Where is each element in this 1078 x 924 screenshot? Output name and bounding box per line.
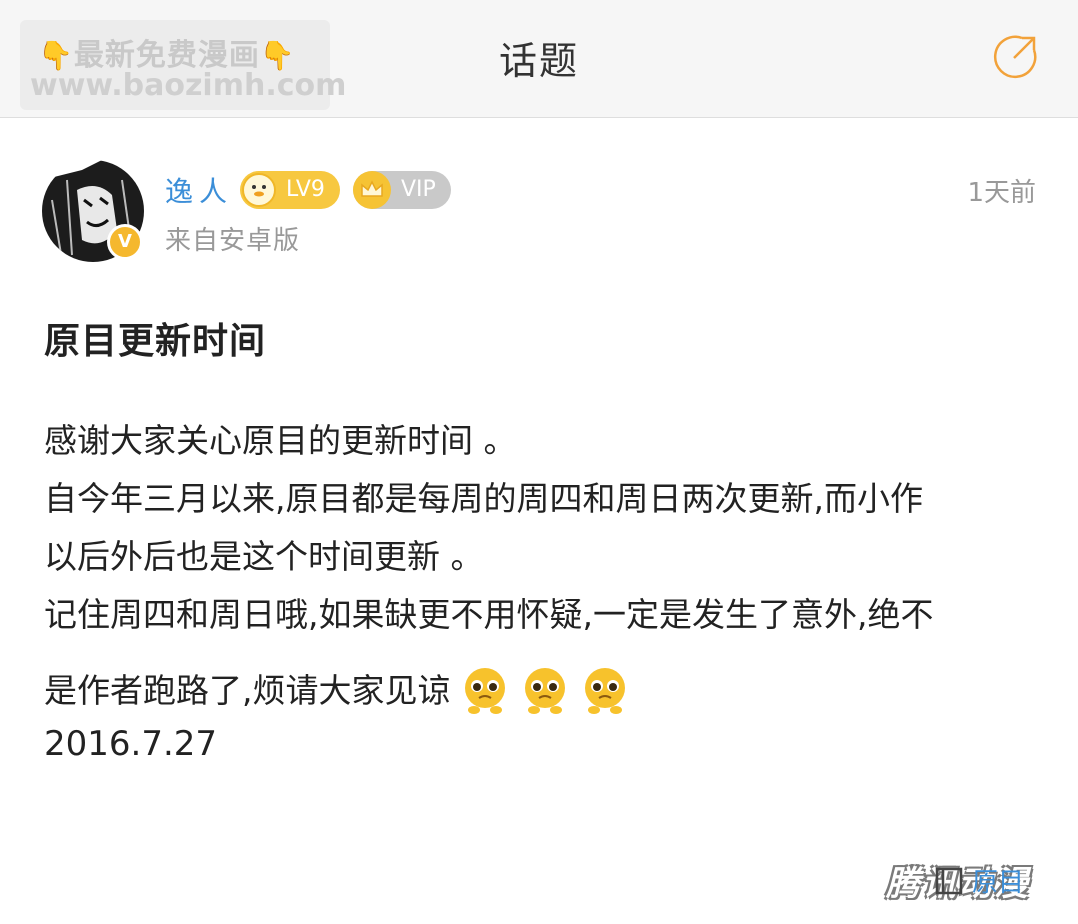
post-line-with-emoji: 是作者跑路了,烦请大家见谅 — [44, 664, 631, 716]
post-time: 1天前 — [967, 178, 1036, 208]
share-button[interactable] — [992, 32, 1040, 80]
post-date: 2016.7.27 — [44, 724, 218, 764]
pleading-face-icon — [464, 668, 505, 714]
page-title: 话题 — [498, 39, 579, 83]
source-comic-link[interactable]: 原目 — [934, 862, 1024, 902]
post-line: 是作者跑路了,烦请大家见谅 — [44, 671, 451, 710]
share-arrow-icon — [993, 35, 1037, 79]
post-line: 感谢大家关心原目的更新时间 。 — [44, 421, 517, 460]
post-source: 来自安卓版 — [165, 226, 301, 256]
username[interactable]: 逸人 — [165, 170, 233, 210]
vip-text: VIP — [401, 177, 436, 202]
pleading-face-icon — [584, 668, 625, 714]
level-text: LV9 — [286, 177, 325, 202]
post-line: 记住周四和周日哦,如果缺更不用怀疑,一定是发生了意外,绝不 — [44, 595, 934, 634]
pleading-face-icon — [524, 668, 565, 714]
post-line: 以后外后也是这个时间更新 。 — [44, 537, 484, 576]
post-line: 自今年三月以来,原目都是每周的周四和周日两次更新,而小作 — [44, 479, 923, 518]
duck-face-icon — [242, 173, 276, 207]
crown-icon — [353, 171, 391, 209]
vip-badge: VIP — [353, 171, 451, 209]
source-comic-label: 原目 — [972, 868, 1025, 898]
verified-badge: V — [107, 224, 143, 260]
post-title: 原目更新时间 — [44, 321, 267, 362]
level-badge: LV9 — [240, 171, 340, 209]
top-bar: 👇最新免费漫画👇 www.baozimh.com 话题 — [0, 0, 1078, 118]
book-icon — [935, 867, 963, 894]
